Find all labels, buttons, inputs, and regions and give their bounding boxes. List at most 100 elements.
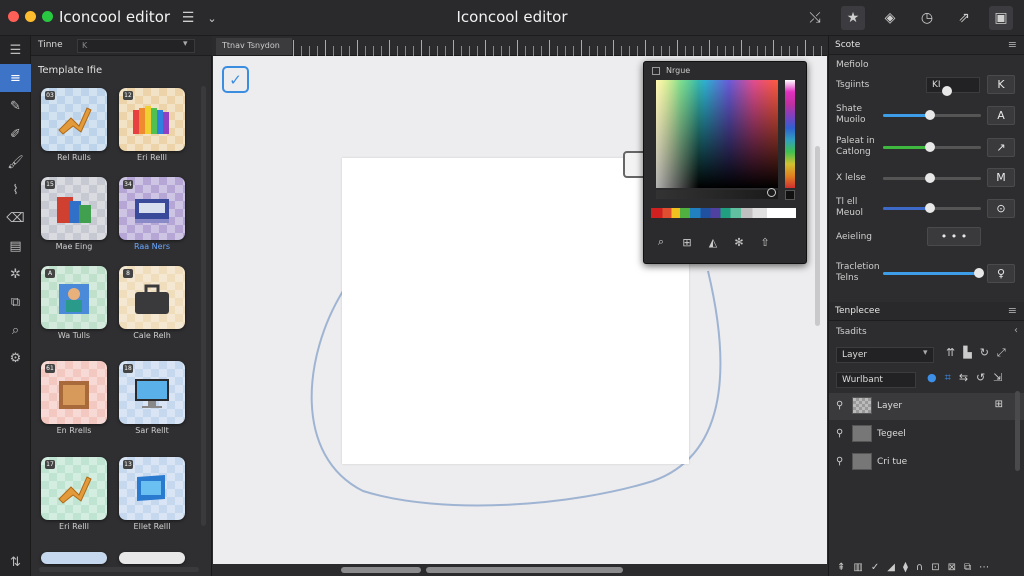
slider-knob[interactable]: [925, 203, 936, 213]
template-tile[interactable]: 8: [119, 266, 185, 329]
template-tile[interactable]: 61: [41, 361, 107, 424]
layers-scrollbar[interactable]: [1015, 391, 1020, 471]
template-tile[interactable]: 15: [41, 177, 107, 240]
more-icon[interactable]: ⋯: [979, 562, 989, 573]
settings-icon[interactable]: ⚙: [0, 344, 31, 372]
alpha-slider[interactable]: [656, 190, 778, 199]
layer-row[interactable]: ⚲ Cri tue: [829, 449, 1024, 476]
star-icon[interactable]: ★: [841, 6, 865, 30]
slider-knob[interactable]: [942, 86, 952, 96]
minimize-window-button[interactable]: [25, 11, 36, 22]
property-slider[interactable]: [883, 268, 985, 278]
circle-icon[interactable]: ●: [927, 371, 937, 385]
menu-icon[interactable]: ☰: [0, 36, 31, 64]
property-button[interactable]: ↗: [987, 138, 1015, 157]
fill-icon[interactable]: ▙: [963, 346, 971, 360]
help-icon[interactable]: ◷: [915, 6, 939, 30]
pencil-icon[interactable]: ✐: [0, 120, 31, 148]
visibility-icon[interactable]: ⚲: [836, 428, 843, 439]
brush-icon[interactable]: 🖌: [0, 148, 31, 176]
template-tile[interactable]: 13: [119, 457, 185, 520]
maximize-window-button[interactable]: [42, 11, 53, 22]
eyedropper-icon[interactable]: ⌕: [653, 234, 669, 250]
chevron-down-icon[interactable]: ⌄: [200, 6, 224, 30]
trash-icon[interactable]: ⊠: [948, 562, 956, 573]
lock-icon[interactable]: ⊡: [931, 562, 939, 573]
align-icon[interactable]: ⇈: [946, 346, 955, 360]
panel-icon[interactable]: ▣: [989, 6, 1013, 30]
property-slider[interactable]: [883, 142, 981, 152]
expand-icon[interactable]: ⤢: [997, 346, 1006, 360]
template-tile[interactable]: 12: [119, 88, 185, 151]
slider-knob[interactable]: [925, 173, 936, 183]
property-button[interactable]: ♀: [987, 264, 1015, 283]
library-filter-select[interactable]: K: [77, 39, 195, 53]
template-tile[interactable]: 17: [41, 457, 107, 520]
template-tile[interactable]: 18: [119, 361, 185, 424]
layer-blend-select[interactable]: Layer: [836, 347, 934, 363]
template-tile[interactable]: 03: [41, 88, 107, 151]
slider-knob[interactable]: [925, 110, 936, 120]
export-icon[interactable]: ⇲: [993, 371, 1002, 385]
crop-icon[interactable]: ⌗: [945, 371, 951, 385]
add-layer-icon[interactable]: ⊞: [995, 399, 1003, 410]
chevron-down-icon[interactable]: ▾: [183, 39, 188, 49]
close-window-button[interactable]: [8, 11, 19, 22]
property-button[interactable]: K: [987, 75, 1015, 94]
property-slider[interactable]: [883, 110, 981, 120]
visibility-icon[interactable]: ⚲: [836, 400, 843, 411]
template-tile[interactable]: 34: [119, 177, 185, 240]
paint-icon[interactable]: ⌇: [0, 176, 31, 204]
text-icon[interactable]: ▤: [0, 232, 31, 260]
saturation-field[interactable]: [656, 80, 778, 188]
property-knob[interactable]: [942, 86, 952, 96]
property-button[interactable]: A: [987, 106, 1015, 125]
template-tile[interactable]: [119, 552, 185, 564]
color-picker-checkbox[interactable]: [652, 67, 660, 75]
property-slider[interactable]: [883, 173, 981, 183]
add-icon[interactable]: ⇞: [837, 562, 845, 573]
slider-knob[interactable]: [925, 142, 936, 152]
property-field[interactable]: KI: [926, 77, 980, 93]
layer-row[interactable]: ⚲ Tegeel: [829, 421, 1024, 448]
recycle-icon[interactable]: ✻: [731, 234, 747, 250]
layer-name-field[interactable]: Wurlbant: [836, 372, 916, 388]
property-button[interactable]: ⊙: [987, 199, 1015, 218]
list-icon[interactable]: ≡: [0, 64, 31, 92]
tag-icon[interactable]: ◭: [705, 234, 721, 250]
layer-row[interactable]: ⚲ Layer ⊞: [829, 393, 1024, 420]
swatch-palette[interactable]: [651, 208, 796, 218]
alpha-knob[interactable]: [767, 188, 776, 197]
nodes-icon[interactable]: ⤯: [803, 6, 827, 30]
template-tile[interactable]: A: [41, 266, 107, 329]
chevron-left-icon[interactable]: ‹: [1014, 325, 1018, 336]
library-scrollbar[interactable]: [201, 86, 206, 526]
property-slider[interactable]: [883, 203, 981, 213]
zoom-icon[interactable]: ⌕: [0, 316, 31, 344]
pen-icon[interactable]: ✎: [0, 92, 31, 120]
canvas-horizontal-scrollbar[interactable]: [341, 567, 421, 573]
property-button[interactable]: • • •: [927, 227, 981, 246]
eraser-icon[interactable]: ⌫: [0, 204, 31, 232]
menu-icon[interactable]: ≡: [1008, 38, 1017, 51]
template-tile[interactable]: [41, 552, 107, 564]
upload-icon[interactable]: ⇧: [757, 234, 773, 250]
visibility-icon[interactable]: ⚲: [836, 456, 843, 467]
refresh-icon[interactable]: ↻: [980, 346, 989, 360]
folder-icon[interactable]: ▥: [853, 562, 862, 573]
magnet-icon[interactable]: ∩: [916, 562, 923, 573]
hue-slider[interactable]: [785, 80, 795, 188]
share-icon[interactable]: ◈: [878, 6, 902, 30]
artboard[interactable]: [342, 158, 689, 464]
export-icon[interactable]: ⇗: [952, 6, 976, 30]
grid-icon[interactable]: ⊞: [679, 234, 695, 250]
canvas-horizontal-scrollbar-thumb[interactable]: [426, 567, 623, 573]
chevron-down-icon[interactable]: ▾: [923, 348, 928, 358]
menu-icon[interactable]: ≡: [1008, 304, 1017, 317]
canvas-vertical-scrollbar[interactable]: [815, 146, 820, 326]
library-horizontal-scrollbar[interactable]: [39, 567, 199, 572]
undo-icon[interactable]: ↺: [976, 371, 985, 385]
duplicate-icon[interactable]: ⧉: [964, 562, 971, 573]
triangle-icon[interactable]: ◢: [887, 562, 895, 573]
stamp-icon[interactable]: ✲: [0, 260, 31, 288]
